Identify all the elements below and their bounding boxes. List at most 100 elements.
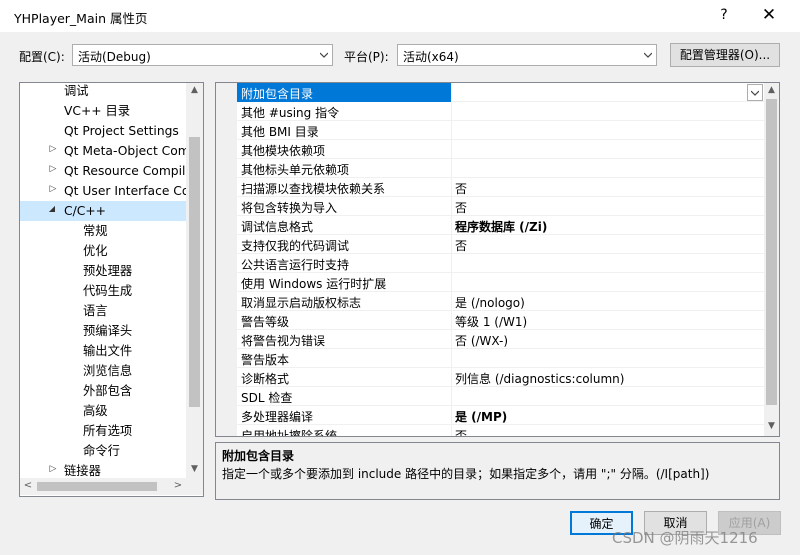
scroll-down-icon[interactable]: ▼ bbox=[186, 464, 203, 474]
property-row[interactable]: SDL 检查 bbox=[237, 387, 765, 406]
property-row[interactable]: 扫描源以查找模块依赖关系 否 bbox=[237, 178, 765, 197]
chevron-down-icon bbox=[644, 52, 652, 58]
tree-item-code-generation[interactable]: 代码生成 bbox=[83, 281, 132, 301]
column-divider bbox=[451, 121, 452, 140]
column-divider bbox=[451, 387, 452, 406]
description-pane: 附加包含目录 指定一个或多个要添加到 include 路径中的目录；如果指定多个… bbox=[215, 442, 780, 500]
tree-item-c-cpp[interactable]: C/C++ bbox=[64, 201, 106, 221]
platform-label: 平台(P): bbox=[344, 50, 389, 64]
property-row[interactable]: 附加包含目录 bbox=[237, 83, 765, 102]
tree-item-vc-directories[interactable]: VC++ 目录 bbox=[64, 101, 130, 121]
tree-item-optimization[interactable]: 优化 bbox=[83, 241, 108, 261]
property-name: 将包含转换为导入 bbox=[241, 201, 338, 215]
property-row[interactable]: 其他 BMI 目录 bbox=[237, 121, 765, 140]
tree-item-advanced[interactable]: 高级 bbox=[83, 401, 108, 421]
tree-item-qt-moc[interactable]: Qt Meta-Object Com bbox=[64, 141, 190, 161]
property-name: 附加包含目录 bbox=[241, 87, 314, 101]
tree-scroll-thumb[interactable] bbox=[189, 137, 200, 407]
property-row[interactable]: 使用 Windows 运行时扩展 bbox=[237, 273, 765, 292]
tree-item-all-options[interactable]: 所有选项 bbox=[83, 421, 132, 441]
property-row[interactable]: 警告版本 bbox=[237, 349, 765, 368]
window-title: YHPlayer_Main 属性页 bbox=[14, 11, 148, 26]
column-divider bbox=[451, 140, 452, 159]
property-row[interactable]: 启用地址擦除系统 否 bbox=[237, 425, 765, 436]
tree-item-command-line[interactable]: 命令行 bbox=[83, 441, 120, 461]
column-divider bbox=[451, 292, 452, 311]
tree-hscroll-thumb[interactable] bbox=[37, 482, 157, 491]
property-value[interactable]: 程序数据库 (/Zi) bbox=[455, 218, 547, 235]
property-row[interactable]: 将警告视为错误 否 (/WX-) bbox=[237, 330, 765, 349]
property-row[interactable]: 公共语言运行时支持 bbox=[237, 254, 765, 273]
scroll-left-icon[interactable]: < bbox=[22, 480, 34, 491]
tree-vertical-scrollbar[interactable]: ▲ ▼ bbox=[186, 83, 203, 478]
expand-arrow-icon[interactable]: ▷ bbox=[48, 164, 58, 174]
scroll-corner bbox=[186, 478, 203, 495]
property-value[interactable]: 否 bbox=[455, 180, 467, 197]
tree-item-qt-uic[interactable]: Qt User Interface Cor bbox=[64, 181, 194, 201]
tree-item-external-includes[interactable]: 外部包含 bbox=[83, 381, 132, 401]
property-name: 其他 #using 指令 bbox=[241, 106, 340, 120]
property-value[interactable]: 否 bbox=[455, 237, 467, 254]
value-dropdown-button[interactable] bbox=[747, 84, 763, 101]
column-divider bbox=[451, 159, 452, 178]
grid-gutter bbox=[216, 83, 237, 436]
tree-item-qt-rcc[interactable]: Qt Resource Compile bbox=[64, 161, 193, 181]
scroll-up-icon[interactable]: ▲ bbox=[186, 85, 203, 95]
column-divider bbox=[451, 311, 452, 330]
help-button[interactable]: ? bbox=[714, 4, 734, 26]
config-dropdown[interactable]: 活动(Debug) bbox=[72, 44, 333, 66]
property-row[interactable]: 支持仅我的代码调试 否 bbox=[237, 235, 765, 254]
scroll-down-icon[interactable]: ▼ bbox=[764, 421, 779, 431]
property-value[interactable]: 列信息 (/diagnostics:column) bbox=[455, 370, 624, 387]
expand-arrow-icon[interactable]: ▷ bbox=[48, 464, 58, 474]
property-name: 支持仅我的代码调试 bbox=[241, 239, 350, 253]
property-value[interactable]: 否 (/WX-) bbox=[455, 332, 508, 349]
property-name: 多处理器编译 bbox=[241, 410, 314, 424]
grid-scroll-thumb[interactable] bbox=[766, 99, 777, 405]
platform-value: 活动(x64) bbox=[403, 50, 459, 64]
tree-item-browse-information[interactable]: 浏览信息 bbox=[83, 361, 132, 381]
column-divider bbox=[451, 254, 452, 273]
property-row[interactable]: 将包含转换为导入 否 bbox=[237, 197, 765, 216]
property-row[interactable]: 其他标头单元依赖项 bbox=[237, 159, 765, 178]
tree-item-debugging[interactable]: 调试 bbox=[64, 83, 89, 101]
property-name: 诊断格式 bbox=[241, 372, 290, 386]
property-row[interactable]: 其他模块依赖项 bbox=[237, 140, 765, 159]
tree-item-preprocessor[interactable]: 预处理器 bbox=[83, 261, 132, 281]
property-row[interactable]: 调试信息格式 程序数据库 (/Zi) bbox=[237, 216, 765, 235]
property-row[interactable]: 取消显示启动版权标志 是 (/nologo) bbox=[237, 292, 765, 311]
description-title: 附加包含目录 bbox=[222, 449, 295, 463]
property-name: 其他模块依赖项 bbox=[241, 144, 326, 158]
property-row[interactable]: 警告等级 等级 1 (/W1) bbox=[237, 311, 765, 330]
collapse-arrow-icon[interactable]: ◢ bbox=[47, 204, 57, 213]
property-row[interactable]: 多处理器编译 是 (/MP) bbox=[237, 406, 765, 425]
tree-item-general[interactable]: 常规 bbox=[83, 221, 108, 241]
category-tree[interactable]: 调试 VC++ 目录 Qt Project Settings ▷ Qt Meta… bbox=[19, 82, 204, 497]
property-value[interactable]: 否 bbox=[455, 427, 467, 436]
chevron-down-icon bbox=[320, 52, 328, 58]
scroll-right-icon[interactable]: > bbox=[172, 480, 184, 491]
tree-item-precompiled-headers[interactable]: 预编译头 bbox=[83, 321, 132, 341]
grid-vertical-scrollbar[interactable]: ▲ ▼ bbox=[764, 83, 779, 436]
tree-item-output-files[interactable]: 输出文件 bbox=[83, 341, 132, 361]
property-value[interactable]: 是 (/nologo) bbox=[455, 294, 525, 311]
property-value[interactable]: 否 bbox=[455, 199, 467, 216]
scroll-up-icon[interactable]: ▲ bbox=[764, 85, 779, 95]
expand-arrow-icon[interactable]: ▷ bbox=[48, 184, 58, 194]
tree-horizontal-scrollbar[interactable]: < > bbox=[20, 478, 186, 495]
property-name: 将警告视为错误 bbox=[241, 334, 326, 348]
tree-item-language[interactable]: 语言 bbox=[83, 301, 108, 321]
tree-item-qt-project-settings[interactable]: Qt Project Settings bbox=[64, 121, 179, 141]
close-button[interactable]: ✕ bbox=[757, 4, 781, 26]
property-row[interactable]: 诊断格式 列信息 (/diagnostics:column) bbox=[237, 368, 765, 387]
column-divider bbox=[451, 368, 452, 387]
config-manager-button[interactable]: 配置管理器(O)... bbox=[670, 43, 780, 67]
expand-arrow-icon[interactable]: ▷ bbox=[48, 144, 58, 154]
column-divider bbox=[451, 197, 452, 216]
property-grid[interactable]: 附加包含目录其他 #using 指令 其他 BMI 目录其他模块依赖项 其他标头单元… bbox=[215, 82, 780, 437]
platform-dropdown[interactable]: 活动(x64) bbox=[397, 44, 657, 66]
property-value[interactable]: 是 (/MP) bbox=[455, 408, 507, 425]
property-row[interactable]: 其他 #using 指令 bbox=[237, 102, 765, 121]
property-value[interactable]: 等级 1 (/W1) bbox=[455, 313, 527, 330]
property-name: 调试信息格式 bbox=[241, 220, 314, 234]
